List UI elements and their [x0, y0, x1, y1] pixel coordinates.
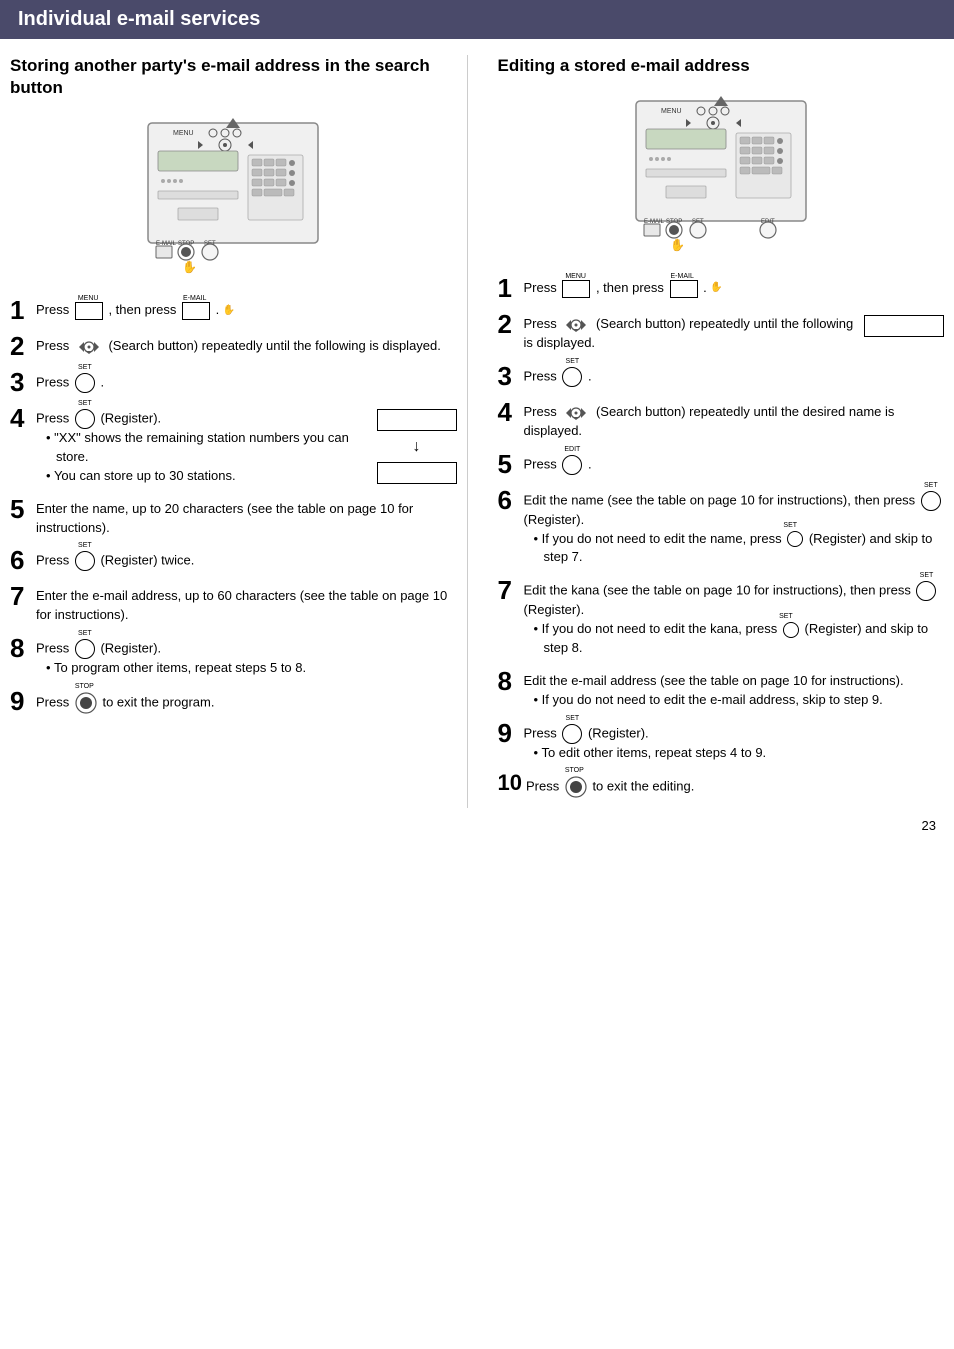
- device-svg-right: MENU: [616, 91, 826, 261]
- left-section: Storing another party's e-mail address i…: [10, 55, 468, 808]
- edit-button-5r: EDIT: [562, 455, 582, 475]
- step-2-right: 2 Press: [498, 311, 945, 353]
- step-10-right: 10 Press STOP to exit the editing.: [498, 772, 945, 798]
- set-button-7r: SET: [916, 581, 936, 601]
- step-8-left: 8 Press SET (Register). To program other…: [10, 635, 457, 678]
- display-box-2r: [864, 315, 944, 337]
- email-button-icon-1r: E-MAIL: [670, 280, 698, 298]
- set-button-7r-b: SET: [783, 622, 799, 638]
- step-7-left: 7 Enter the e-mail address, up to 60 cha…: [10, 583, 457, 625]
- set-button-3r: SET: [562, 367, 582, 387]
- display-box-2r-box: [864, 315, 944, 337]
- device-illustration-right: MENU: [498, 91, 945, 261]
- set-button-6r: SET: [921, 491, 941, 511]
- stop-button-9l: STOP: [75, 692, 97, 714]
- right-section-title: Editing a stored e-mail address: [498, 55, 945, 77]
- set-button-4l: SET: [75, 409, 95, 429]
- step-5-left: 5 Enter the name, up to 20 characters (s…: [10, 496, 457, 538]
- header-title: Individual e-mail services: [18, 8, 260, 30]
- step-3-right: 3 Press SET .: [498, 363, 945, 389]
- display-box-top-4l: [377, 409, 457, 431]
- step-4-right: 4 Press (Search button) repeatedly until…: [498, 399, 945, 441]
- set-button-6r-b: SET: [787, 531, 803, 547]
- nav-arrows-icon-2l: [75, 337, 103, 356]
- step-2-left: 2 Press (Search button) repeatedly until…: [10, 333, 457, 359]
- arrow-down-4l: ↓: [413, 435, 421, 458]
- step-1-left: 1 Press MENU , then press E-MAIL . ✋: [10, 297, 457, 323]
- step-9-left: 9 Press STOP to exit the program.: [10, 688, 457, 714]
- step-4-left: 4 Press SET (Register). "XX" shows the r…: [10, 405, 457, 486]
- step-9-right: 9 Press SET (Register). To edit other it…: [498, 720, 945, 763]
- step-1-right: 1 Press MENU , then press E-MAIL . ✋: [498, 275, 945, 301]
- display-box-bottom-4l: [377, 462, 457, 484]
- set-button-9r: SET: [562, 724, 582, 744]
- svg-text:MENU: MENU: [661, 108, 682, 115]
- stop-button-10r: STOP: [565, 776, 587, 798]
- device-svg-left: MENU: [128, 113, 338, 283]
- left-section-title: Storing another party's e-mail address i…: [10, 55, 457, 99]
- nav-arrows-icon-2r: [562, 315, 590, 334]
- device-illustration-left: MENU: [10, 113, 457, 283]
- svg-text:MENU: MENU: [173, 130, 194, 137]
- page-header: Individual e-mail services: [0, 0, 954, 39]
- email-button-icon-1l: E-MAIL: [182, 302, 210, 320]
- step-5-right: 5 Press EDIT .: [498, 451, 945, 477]
- svg-text:✋: ✋: [182, 260, 197, 274]
- set-button-8l: SET: [75, 639, 95, 659]
- nav-arrows-icon-4r: [562, 403, 590, 422]
- step-7-right: 7 Edit the kana (see the table on page 1…: [498, 577, 945, 658]
- step-8-right: 8 Edit the e-mail address (see the table…: [498, 668, 945, 710]
- right-section: Editing a stored e-mail address MENU: [488, 55, 945, 808]
- page-number: 23: [0, 808, 954, 843]
- step-6-right: 6 Edit the name (see the table on page 1…: [498, 487, 945, 568]
- step-3-left: 3 Press SET .: [10, 369, 457, 395]
- step-6-left: 6 Press SET (Register) twice.: [10, 547, 457, 573]
- menu-button-icon-1r: MENU: [562, 280, 590, 298]
- set-button-3l: SET: [75, 373, 95, 393]
- display-boxes-4l: ↓: [377, 409, 457, 484]
- set-button-6l: SET: [75, 551, 95, 571]
- svg-text:✋: ✋: [670, 238, 685, 252]
- menu-button-icon-1l: MENU: [75, 302, 103, 320]
